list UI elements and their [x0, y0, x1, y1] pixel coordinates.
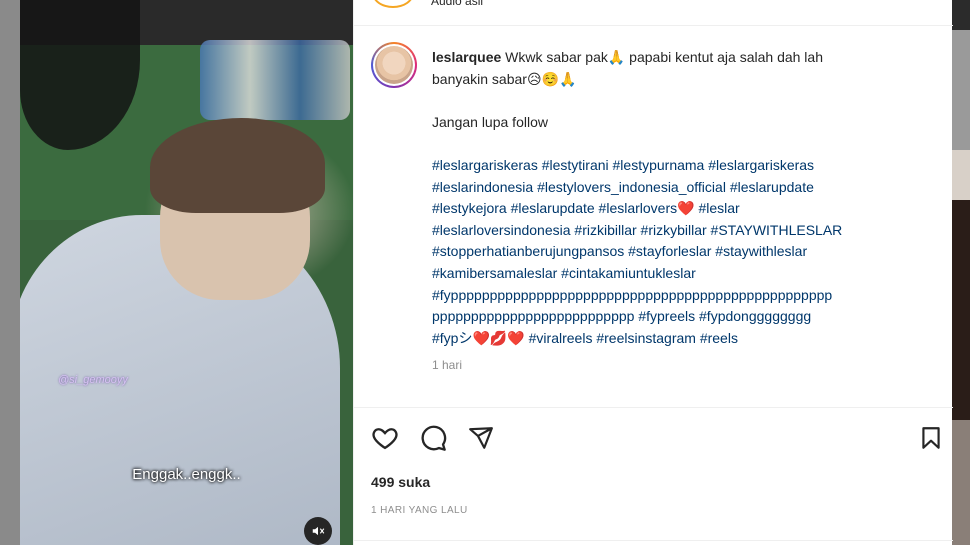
video-subtitle: Enggak..enggk..: [132, 466, 241, 483]
audio-label[interactable]: Audio asli: [431, 0, 483, 8]
caption-avatar[interactable]: [371, 42, 417, 88]
send-icon: [469, 427, 493, 449]
section-divider: [354, 407, 953, 408]
caption-line-2: banyakin sabar😥☺️🙏: [432, 70, 577, 87]
comment-icon: [421, 425, 447, 451]
bookmark-icon: [922, 427, 940, 449]
background-figures: [200, 40, 350, 120]
avatar-image: [375, 46, 413, 84]
header-avatar[interactable]: [372, 0, 414, 8]
caption-text: leslarquee Wkwk sabar pak🙏 papabi kentut…: [432, 47, 932, 349]
comment-button[interactable]: [418, 423, 448, 453]
caption-timestamp: 1 hari: [432, 358, 463, 372]
hashtag-line[interactable]: #lestykejora #leslarupdate #leslarlovers…: [432, 198, 932, 220]
caption-line-1: Wkwk sabar pak🙏 papabi kentut aja salah …: [505, 49, 823, 65]
hashtag-line[interactable]: #leslarindonesia #lestylovers_indonesia_…: [432, 177, 932, 199]
post-header: Audio asli: [354, 0, 953, 26]
post-video[interactable]: @si_gemooyy Enggak..enggk..: [20, 0, 353, 545]
save-button[interactable]: [916, 423, 946, 453]
hashtag-line[interactable]: #fypシ❤️💋❤️ #viralreels #reelsinstagram #…: [432, 328, 932, 350]
hashtag-line[interactable]: #fyppppppppppppppppppppppppppppppppppppp…: [432, 285, 932, 307]
heart-icon: [372, 428, 398, 450]
speaker-muted-icon: [312, 526, 325, 536]
hashtag-line[interactable]: #stopperhatianberujungpansos #stayforles…: [432, 241, 932, 263]
caption-line-3: Jangan lupa follow: [432, 113, 548, 130]
hashtag-line[interactable]: #leslargariskeras #lestytirani #lestypur…: [432, 155, 932, 177]
page-backdrop-left: [0, 0, 20, 545]
hashtag-line[interactable]: pppppppppppppppppppppppppp #fypreels #fy…: [432, 306, 932, 328]
page-backdrop-right: [952, 0, 970, 545]
hashtag-line[interactable]: #kamibersamaleslar #cintakamiuntukleslar: [432, 263, 932, 285]
hashtag-line[interactable]: #leslarloversindonesia #rizkibillar #riz…: [432, 220, 932, 242]
action-bar: [372, 423, 942, 457]
share-button[interactable]: [466, 423, 496, 453]
person-hair: [150, 118, 325, 213]
post-panel: Audio asli leslarquee Wkwk sabar pak🙏 pa…: [353, 0, 953, 545]
likes-count[interactable]: 499 suka: [371, 474, 430, 490]
post-date: 1 HARI YANG LALU: [371, 505, 468, 516]
like-button[interactable]: [370, 423, 400, 453]
foreground-shadow: [20, 0, 140, 150]
video-watermark: @si_gemooyy: [58, 374, 128, 386]
caption-username[interactable]: leslarquee: [432, 49, 501, 65]
section-divider: [354, 540, 953, 541]
post-modal: @si_gemooyy Enggak..enggk.. Audio asli l…: [20, 0, 953, 545]
mute-button[interactable]: [304, 517, 332, 545]
